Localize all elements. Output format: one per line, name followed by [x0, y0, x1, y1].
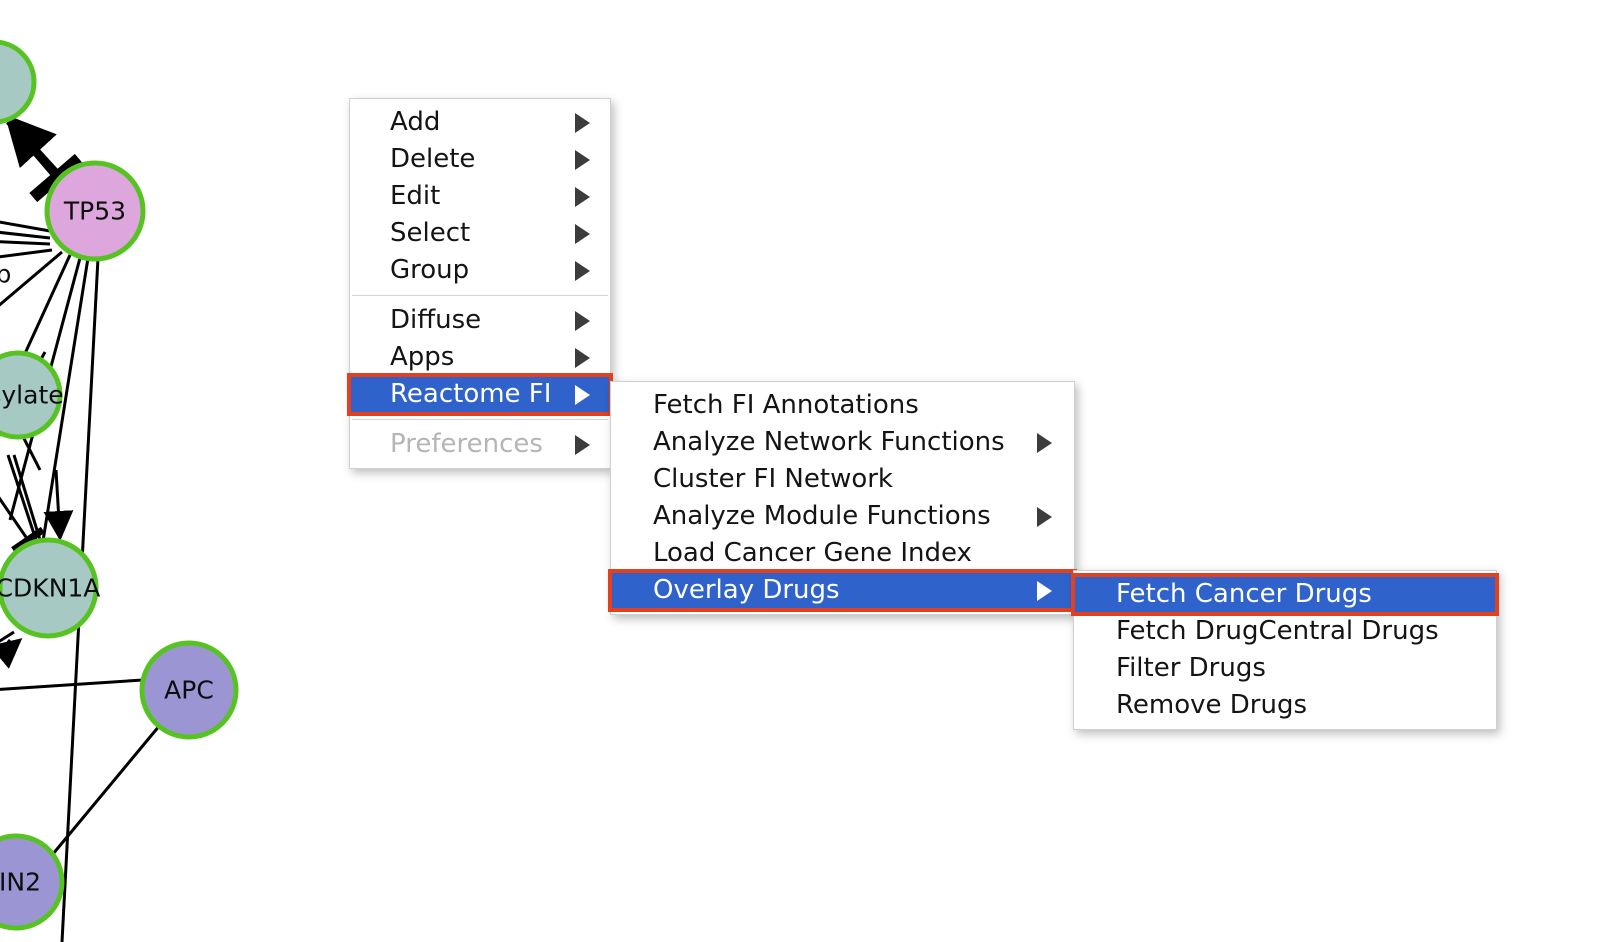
- submenu-arrow-icon: [575, 223, 590, 244]
- menu-item-apps[interactable]: Apps: [350, 339, 610, 376]
- menu-item-label: Cluster FI Network: [653, 464, 893, 494]
- network-nodes[interactable]: [0, 39, 239, 931]
- menu-item-label: Add: [390, 107, 441, 137]
- menu-item-label: Fetch DrugCentral Drugs: [1116, 616, 1439, 646]
- menu-item-label: Diffuse: [390, 305, 482, 335]
- submenu-arrow-icon: [575, 347, 590, 368]
- menu-item-label: Fetch Cancer Drugs: [1116, 579, 1372, 609]
- menu-item-overlay-drugs[interactable]: Overlay Drugs: [608, 569, 1077, 612]
- menu-item-select[interactable]: Select: [350, 215, 610, 252]
- menu-item-remove-drugs[interactable]: Remove Drugs: [1074, 687, 1496, 724]
- menu-separator: [352, 295, 608, 296]
- menu-separator: [352, 419, 608, 420]
- submenu-arrow-icon: [575, 112, 590, 133]
- menu-item-delete[interactable]: Delete: [350, 141, 610, 178]
- menu-item-analyze-network-functions[interactable]: Analyze Network Functions: [611, 424, 1074, 461]
- menu-item-label: Load Cancer Gene Index: [653, 538, 972, 568]
- menu-item-label: Overlay Drugs: [653, 575, 840, 605]
- submenu-arrow-icon: [1037, 506, 1052, 527]
- menu-item-reactome-fi[interactable]: Reactome FI: [347, 373, 613, 416]
- menu-item-fetch-drugcentral-drugs[interactable]: Fetch DrugCentral Drugs: [1074, 613, 1496, 650]
- menu-item-diffuse[interactable]: Diffuse: [350, 302, 610, 339]
- menu-item-label: Filter Drugs: [1116, 653, 1266, 683]
- menu-item-add[interactable]: Add: [350, 104, 610, 141]
- menu-item-preferences: Preferences: [350, 426, 610, 463]
- node-cdkn1a[interactable]: [0, 537, 99, 639]
- menu-item-label: Group: [390, 255, 470, 285]
- menu-item-fetch-cancer-drugs[interactable]: Fetch Cancer Drugs: [1071, 573, 1499, 616]
- node-apc[interactable]: [139, 640, 239, 740]
- reactome-fi-submenu[interactable]: Fetch FI Annotations Analyze Network Func…: [608, 381, 1077, 615]
- submenu-arrow-icon: [575, 434, 590, 455]
- menu-item-label: Delete: [390, 144, 476, 174]
- menu-item-label: Preferences: [390, 429, 543, 459]
- overlay-drugs-submenu[interactable]: Fetch Cancer Drugs Fetch DrugCentral Drug…: [1071, 570, 1499, 730]
- menu-item-label: Apps: [390, 342, 455, 372]
- submenu-arrow-icon: [575, 260, 590, 281]
- node-unlabeled-top[interactable]: [0, 39, 37, 125]
- menu-item-label: Analyze Network Functions: [653, 427, 1005, 457]
- menu-item-load-cancer-gene-index[interactable]: Load Cancer Gene Index: [611, 535, 1074, 572]
- submenu-arrow-icon: [575, 310, 590, 331]
- menu-item-cluster-fi-network[interactable]: Cluster FI Network: [611, 461, 1074, 498]
- menu-item-label: Reactome FI: [390, 379, 552, 409]
- menu-item-fetch-fi-annotations[interactable]: Fetch FI Annotations: [611, 387, 1074, 424]
- submenu-arrow-icon: [1037, 432, 1052, 453]
- submenu-arrow-icon: [575, 149, 590, 170]
- node-tp53[interactable]: [44, 160, 146, 262]
- menu-item-label: Select: [390, 218, 471, 248]
- node-sylate[interactable]: [0, 350, 63, 440]
- menu-item-label: Fetch FI Annotations: [653, 390, 919, 420]
- menu-item-label: Analyze Module Functions: [653, 501, 991, 531]
- submenu-arrow-icon: [575, 384, 590, 405]
- menu-item-label: Remove Drugs: [1116, 690, 1308, 720]
- menu-item-filter-drugs[interactable]: Filter Drugs: [1074, 650, 1496, 687]
- menu-item-edit[interactable]: Edit: [350, 178, 610, 215]
- node-in2[interactable]: [0, 833, 65, 931]
- menu-item-label: Edit: [390, 181, 441, 211]
- menu-item-analyze-module-functions[interactable]: Analyze Module Functions: [611, 498, 1074, 535]
- submenu-arrow-icon: [1037, 580, 1052, 601]
- context-menu[interactable]: Add Delete Edit Select Group Diffuse Apps React…: [347, 98, 613, 469]
- menu-item-group[interactable]: Group: [350, 252, 610, 289]
- submenu-arrow-icon: [575, 186, 590, 207]
